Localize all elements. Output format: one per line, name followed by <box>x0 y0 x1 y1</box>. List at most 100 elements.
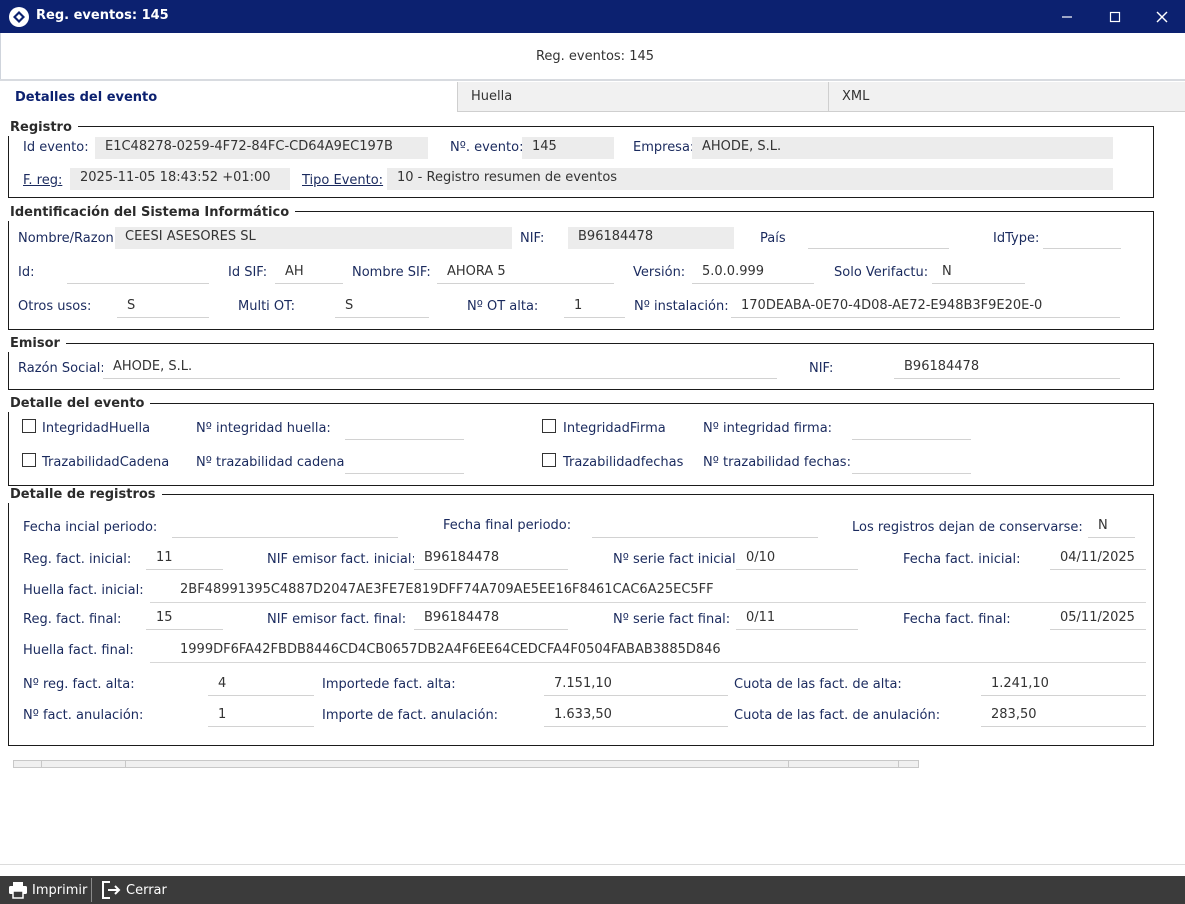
multi-ot-field[interactable]: S <box>335 296 429 318</box>
maximize-button[interactable] <box>1092 0 1138 33</box>
footer-divider <box>0 864 1185 865</box>
importe-anulacion-label: Importe de fact. anulación: <box>322 708 499 723</box>
integridad-firma-checkbox[interactable] <box>542 419 556 433</box>
pais-field[interactable] <box>808 227 949 249</box>
idtype-field[interactable] <box>1043 227 1121 249</box>
cerrar-button[interactable]: Cerrar <box>101 876 167 904</box>
n-reg-alta-field[interactable]: 4 <box>208 674 314 696</box>
n-anulacion-field[interactable]: 1 <box>208 705 314 727</box>
tab-detalles-evento[interactable]: Detalles del evento <box>0 82 457 112</box>
razon-social-label: Razón Social: <box>18 361 105 376</box>
cuota-anulacion-field[interactable]: 283,50 <box>981 705 1146 727</box>
minimize-button[interactable] <box>1044 0 1090 33</box>
multi-ot-label: Multi OT: <box>238 299 296 314</box>
cuota-alta-field[interactable]: 1.241,10 <box>981 674 1146 696</box>
serie-final-label: Nº serie fact final: <box>613 612 731 627</box>
serie-inicial-field[interactable]: 0/10 <box>736 548 858 570</box>
n-integridad-firma-label: Nº integridad firma: <box>703 421 833 436</box>
fecha-fact-inicial-field[interactable]: 04/11/2025 <box>1050 548 1146 570</box>
id-field[interactable] <box>67 262 209 284</box>
trazabilidad-cadena-checkbox[interactable] <box>22 453 36 467</box>
dejan-conservarse-label: Los registros dejan de conservarse: <box>852 520 1083 535</box>
reg-fact-final-label: Reg. fact. final: <box>23 612 122 627</box>
close-button[interactable] <box>1139 0 1185 33</box>
detalle-evento-legend: Detalle del evento <box>8 396 151 412</box>
emisor-legend: Emisor <box>8 336 66 352</box>
cuota-anulacion-label: Cuota de las fact. de anulación: <box>734 708 941 723</box>
nif-emisor-final-field[interactable]: B96184478 <box>414 608 568 630</box>
otros-usos-field[interactable]: S <box>117 296 209 318</box>
reg-fact-inicial-field[interactable]: 11 <box>146 548 223 570</box>
n-evento-label: Nº. evento: <box>450 140 524 155</box>
window-title: Reg. eventos: 145 <box>36 8 169 23</box>
detalle-evento-group <box>8 403 1154 486</box>
serie-final-field[interactable]: 0/11 <box>736 608 858 630</box>
horizontal-scrollbar[interactable] <box>13 760 919 768</box>
id-sif-field[interactable]: AH <box>275 262 343 284</box>
imprimir-button[interactable]: Imprimir <box>8 876 87 904</box>
f-reg-field[interactable]: 2025-11-05 18:43:52 +01:00 <box>70 168 290 190</box>
fecha-fact-final-field[interactable]: 05/11/2025 <box>1050 608 1146 630</box>
n-anulacion-label: Nº fact. anulación: <box>23 708 144 723</box>
trazabilidad-fechas-checkbox[interactable] <box>542 453 556 467</box>
tab-xml[interactable]: XML <box>828 82 1185 112</box>
tipo-evento-link[interactable]: Tipo Evento: <box>302 173 383 189</box>
emisor-nif-field[interactable]: B96184478 <box>894 357 1120 379</box>
n-reg-alta-label: Nº reg. fact. alta: <box>23 677 135 692</box>
n-integridad-firma-field[interactable] <box>852 418 971 440</box>
version-label: Versión: <box>633 265 686 280</box>
app-logo-icon <box>8 6 30 28</box>
huella-inicial-underline <box>150 602 1146 603</box>
emisor-nif-label: NIF: <box>809 361 834 376</box>
fecha-final-periodo-field[interactable] <box>592 516 818 538</box>
n-instalacion-field[interactable]: 170DEABA-0E70-4D08-AE72-E948B3F9E20E-0 <box>731 296 1120 318</box>
id-sif-label: Id SIF: <box>228 265 268 280</box>
nombre-sif-field[interactable]: AHORA 5 <box>437 262 614 284</box>
n-trazabilidad-fechas-field[interactable] <box>852 452 971 474</box>
fecha-inicial-periodo-field[interactable] <box>172 516 398 538</box>
nif-field[interactable]: B96184478 <box>568 227 734 249</box>
empresa-label: Empresa: <box>633 140 695 155</box>
title-bar <box>0 0 1185 33</box>
integridad-huella-checkbox[interactable] <box>22 419 36 433</box>
n-ot-alta-label: Nº OT alta: <box>467 299 539 314</box>
id-evento-field[interactable]: E1C48278-0259-4F72-84FC-CD64A9EC197B <box>95 137 428 159</box>
solo-verifactu-field[interactable]: N <box>932 262 1025 284</box>
huella-inicial-label: Huella fact. inicial: <box>23 583 144 598</box>
huella-final-field[interactable]: 1999DF6FA42FBDB8446CD4CB0657DB2A4F6EE64C… <box>170 640 730 662</box>
scrollbar-divider <box>788 761 789 767</box>
nombre-razon-field[interactable]: CEESI ASESORES SL <box>115 227 512 249</box>
idtype-label: IdType: <box>993 231 1040 246</box>
nif-emisor-inicial-field[interactable]: B96184478 <box>414 548 568 570</box>
reg-fact-final-field[interactable]: 15 <box>146 608 223 630</box>
close-icon <box>1156 11 1168 22</box>
razon-social-field[interactable]: AHODE, S.L. <box>103 357 777 379</box>
n-ot-alta-field[interactable]: 1 <box>564 296 625 318</box>
huella-final-underline <box>150 662 1146 663</box>
reg-fact-inicial-label: Reg. fact. inicial: <box>23 552 132 567</box>
n-trazabilidad-cadena-field[interactable] <box>345 452 464 474</box>
nombre-razon-label: Nombre/Razon: <box>18 231 119 246</box>
otros-usos-label: Otros usos: <box>18 299 92 314</box>
n-evento-field[interactable]: 145 <box>522 137 614 159</box>
maximize-icon <box>1109 11 1121 22</box>
tab-huella[interactable]: Huella <box>457 82 828 112</box>
importe-alta-field[interactable]: 7.151,10 <box>544 674 728 696</box>
tipo-evento-field[interactable]: 10 - Registro resumen de eventos <box>387 168 1113 190</box>
version-field[interactable]: 5.0.0.999 <box>692 262 814 284</box>
huella-inicial-field[interactable]: 2BF48991395C4887D2047AE3FE7E819DFF74A709… <box>170 580 730 602</box>
dejan-conservarse-field[interactable]: N <box>1088 516 1135 538</box>
n-integridad-huella-field[interactable] <box>345 418 464 440</box>
n-trazabilidad-cadena-label: Nº trazabilidad cadena: <box>196 455 349 470</box>
nif-emisor-inicial-label: NIF emisor fact. inicial: <box>267 552 416 567</box>
cuota-alta-label: Cuota de las fact. de alta: <box>734 677 902 692</box>
fecha-fact-final-label: Fecha fact. final: <box>903 612 1011 627</box>
trazabilidad-fechas-label: Trazabilidadfechas <box>563 455 684 470</box>
nombre-sif-label: Nombre SIF: <box>352 265 431 280</box>
sistema-legend: Identificación del Sistema Informático <box>8 205 296 221</box>
fecha-fact-inicial-label: Fecha fact. inicial: <box>903 552 1021 567</box>
importe-anulacion-field[interactable]: 1.633,50 <box>544 705 728 727</box>
f-reg-link[interactable]: F. reg: <box>23 173 62 189</box>
importe-alta-label: Importede fact. alta: <box>322 677 456 692</box>
empresa-field[interactable]: AHODE, S.L. <box>692 137 1113 159</box>
